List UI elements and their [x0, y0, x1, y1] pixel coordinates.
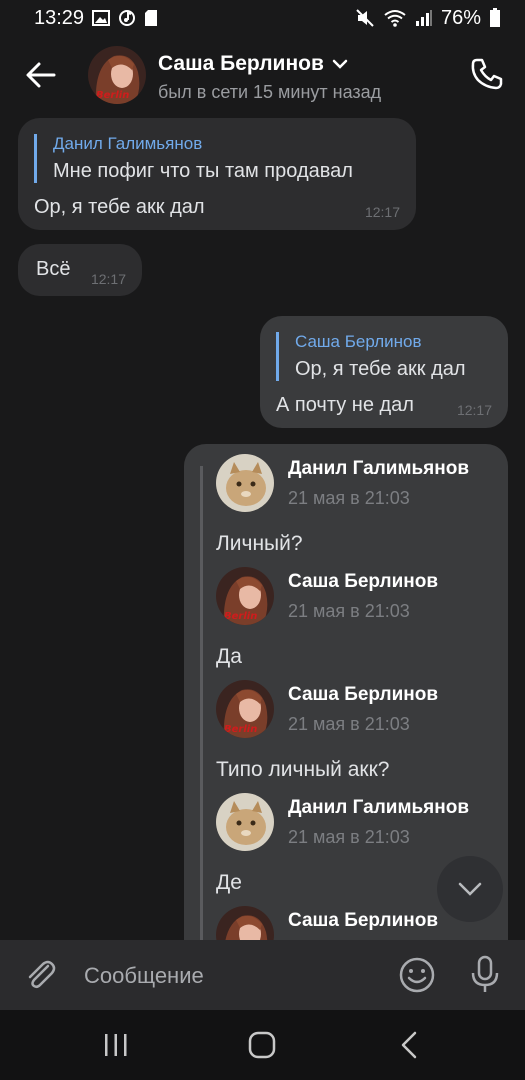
gallery-icon [92, 10, 111, 26]
message-bubble[interactable]: Данил Галимьянов Мне пофиг что ты там пр… [18, 118, 416, 230]
system-navigation-bar [0, 1010, 525, 1080]
home-button[interactable] [247, 1030, 277, 1060]
phone-icon [471, 58, 503, 90]
message-composer [0, 940, 525, 1010]
reply-author: Данил Галимьянов [53, 134, 203, 153]
chat-screen: 13:29 76% Berlin Саша Берлинов был в сет… [0, 0, 525, 1080]
reply-text: Ор, я тебе акк дал [295, 358, 466, 380]
contact-avatar[interactable]: Berlin [88, 46, 146, 104]
microphone-icon [471, 955, 499, 992]
contact-avatar[interactable]: Berlin [216, 567, 274, 625]
contact-name-row[interactable]: Саша Берлинов [158, 52, 348, 76]
signal-icon [415, 9, 433, 27]
recent-apps-icon [105, 1034, 127, 1056]
forwarded-date: 21 мая в 21:03 [288, 601, 410, 621]
emoji-button[interactable] [398, 956, 436, 994]
forwarded-author: Данил Галимьянов [288, 797, 470, 818]
paperclip-icon [28, 960, 56, 989]
wifi-icon [383, 9, 407, 27]
forwarded-text: Де [216, 871, 242, 894]
forwarded-author: Саша Берлинов [288, 571, 439, 592]
call-button[interactable] [469, 56, 505, 92]
message-text: А почту не дал [276, 394, 414, 416]
attach-button[interactable] [22, 956, 60, 994]
reply-quote[interactable]: Данил Галимьянов Мне пофиг что ты там пр… [34, 134, 353, 183]
message-text: Всё [36, 258, 71, 280]
avatar-caption: Berlin [224, 611, 257, 622]
recent-apps-button[interactable] [102, 1032, 130, 1058]
message-time: 12:17 [90, 271, 126, 287]
message-text: Ор, я тебе акк дал [34, 196, 205, 218]
contact-avatar[interactable]: Berlin [216, 680, 274, 738]
arrow-left-icon [26, 62, 56, 88]
forwarded-date: 21 мая в 21:03 [288, 488, 410, 508]
forwarded-text: Да [216, 645, 242, 668]
message-bubble[interactable]: Всё 12:17 [18, 244, 142, 296]
message-bubble-outgoing[interactable]: Саша Берлинов Ор, я тебе акк дал А почту… [260, 316, 508, 428]
mute-icon [355, 8, 375, 28]
forwarded-text: Личный? [216, 532, 303, 555]
chat-header: Berlin Саша Берлинов был в сети 15 минут… [0, 36, 525, 114]
forwarded-author: Данил Галимьянов [288, 458, 470, 479]
forwarded-date: 21 мая в 21:03 [288, 827, 410, 847]
scroll-to-bottom-button[interactable] [437, 856, 503, 922]
battery-icon [489, 8, 501, 28]
contact-status: был в сети 15 минут назад [158, 82, 382, 102]
contact-name: Саша Берлинов [158, 52, 324, 75]
cat-avatar[interactable] [216, 454, 274, 512]
forwarded-text: Типо личный акк? [216, 758, 390, 781]
voice-message-button[interactable] [466, 954, 504, 994]
chevron-left-icon [401, 1031, 417, 1059]
message-list[interactable]: Данил Галимьянов Мне пофиг что ты там пр… [0, 114, 525, 940]
chevron-down-icon [332, 59, 348, 69]
music-icon [118, 9, 136, 27]
avatar-caption: Berlin [224, 724, 257, 735]
cat-avatar[interactable] [216, 793, 274, 851]
chevron-down-icon [458, 882, 482, 896]
message-input[interactable] [82, 958, 376, 994]
forward-indicator-line [200, 466, 203, 940]
message-time: 12:17 [364, 204, 400, 220]
home-icon [248, 1031, 276, 1059]
status-left: 13:29 [34, 7, 158, 30]
sd-card-icon [144, 9, 158, 27]
forwarded-author: Саша Берлинов [288, 684, 439, 705]
back-button[interactable] [24, 58, 58, 92]
battery-level: 76% [440, 6, 481, 29]
avatar-caption: Berlin [96, 90, 129, 101]
smile-icon [399, 957, 435, 993]
forwarded-date: 21 мая в 21:03 [288, 714, 410, 734]
status-time: 13:29 [34, 6, 85, 29]
reply-author: Саша Берлинов [295, 332, 422, 351]
reply-quote[interactable]: Саша Берлинов Ор, я тебе акк дал [276, 332, 466, 381]
system-back-button[interactable] [398, 1030, 420, 1060]
status-bar: 13:29 76% [0, 0, 525, 36]
forwarded-author: Саша Берлинов [288, 910, 439, 931]
status-right: 76% [355, 7, 501, 30]
reply-text: Мне пофиг что ты там продавал [53, 160, 353, 182]
message-time: 12:17 [456, 402, 492, 418]
